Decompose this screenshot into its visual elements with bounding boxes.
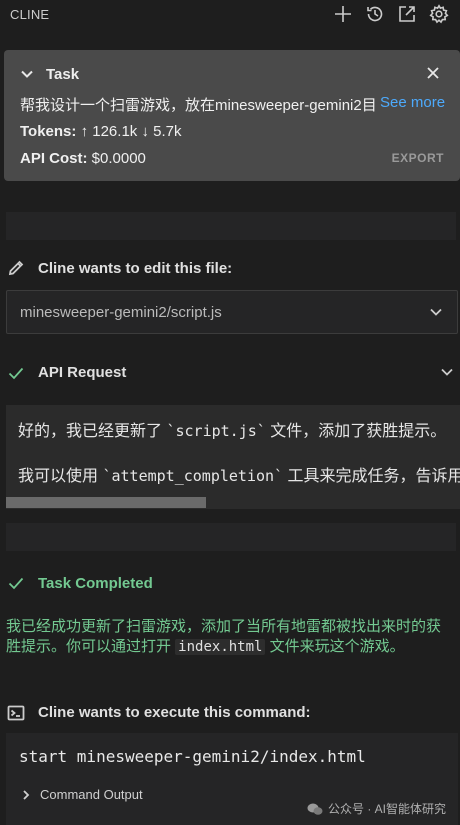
popout-icon[interactable] [396, 3, 418, 25]
api-cost-value: $0.0000 [91, 150, 146, 167]
api-response-line: 我可以使用 `attempt_completion` 工具来完成任务，告诉用户 [18, 462, 460, 486]
history-icon[interactable] [364, 3, 386, 25]
api-text: 好的，我已经更新了 [18, 423, 167, 440]
watermark-text: 公众号 · AI智能体研究 [327, 802, 446, 816]
empty-message-bar [6, 212, 456, 240]
task-description: 帮我设计一个扫雷游戏，放在minesweeper-gemini2目录下 [20, 97, 375, 114]
task-card: Task 帮我设计一个扫雷游戏，放在minesweeper-gemini2目录下… [4, 50, 460, 181]
tokens-row: Tokens: ↑ 126.1k ↓ 5.7k [20, 123, 182, 140]
command-output-toggle[interactable]: Command Output [20, 787, 143, 802]
file-dropdown[interactable]: minesweeper-gemini2/script.js [6, 290, 458, 334]
check-icon [7, 574, 25, 592]
edit-file-title: Cline wants to edit this file: [38, 260, 233, 277]
terminal-icon [7, 704, 25, 722]
chevron-right-icon [23, 789, 30, 800]
file-path: minesweeper-gemini2/script.js [20, 304, 222, 321]
api-text: 工具来完成任务，告诉用户 [283, 468, 460, 485]
gear-icon[interactable] [428, 3, 450, 25]
see-more-link[interactable]: See more [380, 94, 445, 111]
close-icon[interactable] [426, 66, 442, 82]
api-code: `attempt_completion` [102, 467, 284, 485]
header-actions [332, 3, 450, 25]
watermark: 公众号 · AI智能体研究 [307, 800, 446, 817]
check-icon [7, 364, 25, 382]
horizontal-scrollbar[interactable] [6, 497, 206, 508]
export-button[interactable]: EXPORT [392, 151, 444, 165]
chevron-down-icon[interactable] [440, 365, 454, 379]
task-label: Task [46, 66, 80, 83]
api-cost-row: API Cost: $0.0000 [20, 150, 146, 167]
task-completed-title: Task Completed [38, 575, 153, 592]
tokens-label: Tokens: [20, 123, 77, 140]
pencil-icon [7, 259, 25, 277]
completion-text: 文件来玩这个游戏。 [265, 638, 405, 655]
api-cost-label: API Cost: [20, 150, 88, 167]
plus-icon[interactable] [332, 3, 354, 25]
completion-code: index.html [175, 639, 266, 655]
empty-message-bar [6, 523, 456, 551]
completion-message: 我已经成功更新了扫雷游戏，添加了当所有地雷都被找出来时的获胜提示。你可以通过打开… [6, 617, 452, 657]
panel-header: CLINE [0, 0, 460, 30]
execute-command-title: Cline wants to execute this command: [38, 704, 311, 721]
api-text: 我可以使用 [18, 468, 103, 485]
tokens-up: ↑ 126.1k [80, 123, 138, 140]
chevron-down-icon[interactable] [429, 305, 443, 319]
command-output-label: Command Output [40, 787, 143, 802]
chevron-down-icon[interactable] [20, 67, 34, 81]
command-text: start minesweeper-gemini2/index.html [19, 747, 366, 766]
wechat-icon [307, 803, 323, 815]
tokens-down: ↓ 5.7k [141, 123, 182, 140]
api-request-title[interactable]: API Request [38, 364, 126, 381]
api-response-box: 好的，我已经更新了 `script.js` 文件，添加了获胜提示。 我可以使用 … [6, 405, 460, 509]
api-code: `script.js` [166, 422, 266, 440]
api-response-line: 好的，我已经更新了 `script.js` 文件，添加了获胜提示。 [18, 417, 446, 441]
panel-title: CLINE [10, 7, 50, 22]
api-text: 文件，添加了获胜提示。 [265, 423, 447, 440]
